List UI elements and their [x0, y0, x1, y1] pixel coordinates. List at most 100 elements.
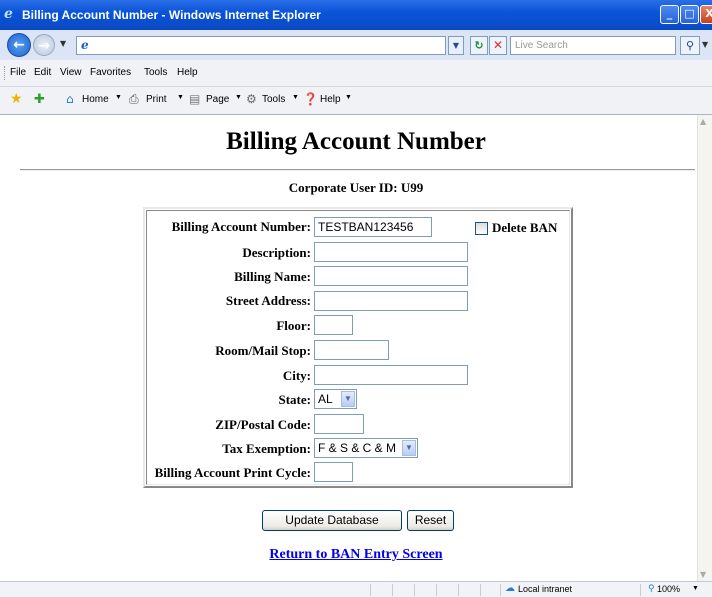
status-divider: [392, 584, 393, 596]
favorites-star-icon[interactable]: ★: [10, 91, 23, 107]
status-bar: ☁ Local intranet ⚲ 100% ▼: [0, 581, 712, 597]
zoom-dropdown[interactable]: ▼: [692, 585, 699, 592]
zoom-level[interactable]: 100%: [657, 584, 680, 594]
description-input[interactable]: [314, 242, 468, 262]
street-address-label: Street Address:: [225, 293, 311, 308]
ban-label: Billing Account Number:: [171, 219, 311, 234]
help-icon: ❓: [303, 92, 318, 106]
print-button[interactable]: Print: [146, 94, 167, 105]
tax-exemption-selected-value: F & S & C & M: [318, 441, 397, 455]
home-button[interactable]: Home: [82, 94, 109, 105]
help-menu-button[interactable]: Help: [320, 94, 341, 105]
tax-exemption-select[interactable]: F & S & C & M ▼: [314, 438, 418, 458]
search-button[interactable]: ⚲: [680, 36, 700, 55]
address-toolbar: ← → ▼ e ▼ ↻ ✕ Live Search ⚲ ▼: [0, 30, 712, 60]
delete-ban-label: Delete BAN: [492, 220, 558, 235]
maximize-button[interactable]: □: [680, 5, 699, 24]
page-dropdown[interactable]: ▼: [235, 94, 242, 101]
print-icon: ⎙: [129, 92, 139, 106]
state-label: State:: [278, 392, 312, 407]
menu-edit[interactable]: Edit: [34, 67, 51, 78]
street-address-input[interactable]: [314, 291, 468, 311]
billing-name-input[interactable]: [314, 266, 468, 286]
page-icon: e: [81, 38, 89, 52]
tools-gear-icon: ⚙: [246, 92, 257, 106]
chevron-down-icon: ▼: [402, 440, 416, 456]
status-divider: [414, 584, 415, 596]
address-dropdown[interactable]: ▼: [448, 36, 464, 55]
stop-icon: ✕: [492, 38, 504, 52]
state-select[interactable]: AL ▼: [314, 389, 357, 409]
tools-menu-button[interactable]: Tools: [262, 94, 285, 105]
minimize-button[interactable]: _: [660, 5, 679, 24]
menu-file[interactable]: File: [10, 67, 26, 78]
scroll-down-icon[interactable]: ▼: [700, 570, 706, 579]
city-input[interactable]: [314, 365, 468, 385]
delete-ban-checkbox[interactable]: [475, 222, 488, 235]
menu-favorites[interactable]: Favorites: [90, 67, 131, 78]
print-cycle-label: Billing Account Print Cycle:: [154, 465, 311, 480]
close-button[interactable]: X: [700, 5, 712, 24]
tools-dropdown[interactable]: ▼: [292, 94, 299, 101]
page-menu-button[interactable]: Page: [206, 94, 229, 105]
city-label: City:: [282, 368, 311, 383]
status-divider: [370, 584, 371, 596]
menu-bar: File Edit View Favorites Tools Help: [0, 60, 712, 87]
description-label: Description:: [242, 245, 311, 260]
back-arrow-icon: ←: [13, 37, 25, 53]
return-to-ban-entry-link[interactable]: Return to BAN Entry Screen: [0, 547, 697, 563]
page-title: Billing Account Number: [226, 128, 486, 155]
tax-exemption-label: Tax Exemption:: [222, 441, 311, 456]
room-mail-stop-label: Room/Mail Stop:: [215, 343, 311, 358]
add-favorites-icon[interactable]: ✚: [34, 92, 45, 107]
security-zone-label[interactable]: Local intranet: [518, 584, 572, 594]
title-divider: [20, 169, 695, 171]
page-menu-icon: ▤: [189, 92, 201, 106]
recent-pages-dropdown[interactable]: ▼: [60, 39, 66, 48]
state-selected-value: AL: [318, 392, 333, 406]
search-input[interactable]: Live Search: [510, 36, 676, 55]
status-divider: [458, 584, 459, 596]
zip-label: ZIP/Postal Code:: [215, 417, 311, 432]
window-title-bar[interactable]: e Billing Account Number - Windows Inter…: [0, 0, 712, 30]
menu-view[interactable]: View: [60, 67, 82, 78]
forward-button[interactable]: →: [33, 34, 55, 56]
search-icon: ⚲: [685, 39, 695, 52]
window-title: Billing Account Number - Windows Interne…: [22, 8, 321, 22]
print-dropdown[interactable]: ▼: [177, 94, 184, 101]
refresh-button[interactable]: ↻: [470, 36, 488, 55]
intranet-zone-icon: ☁: [505, 583, 515, 594]
menu-tools[interactable]: Tools: [144, 67, 167, 78]
floor-label: Floor:: [276, 318, 311, 333]
home-icon: ⌂: [66, 92, 74, 106]
toolbar-grip[interactable]: [4, 66, 7, 80]
ban-input[interactable]: TESTBAN123456: [314, 217, 432, 237]
help-dropdown[interactable]: ▼: [345, 94, 352, 101]
internet-explorer-icon: e: [4, 6, 13, 22]
print-cycle-input[interactable]: [314, 462, 353, 482]
status-divider: [500, 584, 501, 596]
scroll-up-icon[interactable]: ▲: [700, 117, 706, 126]
room-mail-stop-input[interactable]: [314, 340, 389, 360]
back-button[interactable]: ←: [7, 33, 31, 57]
status-divider: [480, 584, 481, 596]
vertical-scrollbar[interactable]: ▲ ▼: [697, 115, 712, 581]
zip-input[interactable]: [314, 414, 364, 434]
corporate-user-id: Corporate User ID: U99: [288, 180, 424, 195]
reset-button[interactable]: Reset: [407, 510, 454, 531]
billing-name-label: Billing Name:: [234, 269, 311, 284]
chevron-down-icon: ▼: [341, 391, 355, 407]
refresh-icon: ↻: [474, 39, 484, 52]
command-bar: ★ ✚ ⌂ Home ▼ ⎙ Print ▼ ▤ Page ▼ ⚙ Tools …: [0, 87, 712, 115]
home-dropdown[interactable]: ▼: [115, 94, 122, 101]
menu-help[interactable]: Help: [177, 67, 198, 78]
search-options-dropdown[interactable]: ▼: [702, 40, 708, 49]
floor-input[interactable]: [314, 315, 353, 335]
stop-button[interactable]: ✕: [489, 36, 507, 55]
address-input[interactable]: e: [76, 36, 446, 55]
zoom-icon: ⚲: [648, 583, 655, 593]
update-database-button[interactable]: Update Database: [262, 510, 402, 531]
forward-arrow-icon: →: [38, 38, 50, 54]
status-divider: [436, 584, 437, 596]
page-content: Billing Account Number Corporate User ID…: [0, 115, 697, 581]
